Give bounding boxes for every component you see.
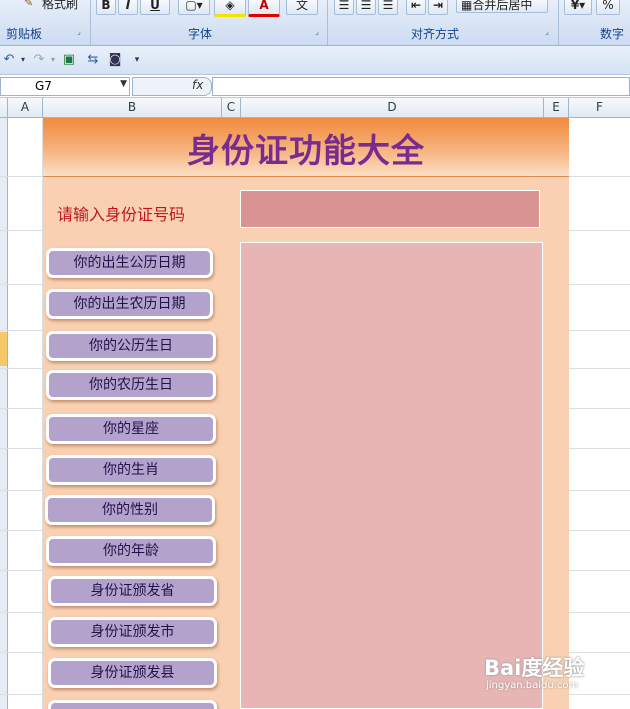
align-left-button[interactable]: ☰ (334, 0, 354, 15)
column-header-d[interactable]: D (241, 98, 544, 117)
border-icon: ▢▾ (185, 0, 203, 12)
gender-button[interactable]: 你的性别 (45, 495, 215, 525)
baidu-watermark: Bai度经验 jingyan.baidu.com (484, 648, 624, 698)
merge-center-button[interactable]: ▦合并后居中 (456, 0, 548, 13)
name-box-value: G7 (35, 79, 52, 93)
fill-color-icon: ◈ (225, 0, 235, 12)
column-header-f[interactable]: F (569, 98, 630, 117)
solar-birthday-button[interactable]: 你的公历生日 (46, 331, 216, 361)
column-header-e[interactable]: E (544, 98, 569, 117)
watermark-logo: Bai度经验 (484, 656, 585, 680)
alignment-group-label: 对齐方式 (410, 27, 459, 41)
name-box[interactable]: G7 ▼ (0, 77, 130, 96)
lunar-birthday-button[interactable]: 你的农历生日 (46, 370, 216, 400)
camera-icon[interactable]: ◙ (106, 51, 124, 69)
font-group-label: 字体 (187, 27, 212, 41)
chinese-zodiac-button[interactable]: 你的生肖 (46, 455, 216, 485)
align-right-icon: ☰ (382, 0, 394, 12)
age-button[interactable]: 你的年龄 (46, 536, 216, 566)
column-headers: A B C D E F (0, 98, 630, 118)
accounting-format-button[interactable]: ¥▾ (564, 0, 592, 15)
id-number-input[interactable] (240, 190, 540, 228)
font-color-button[interactable]: A (248, 0, 280, 17)
currency-icon: ¥▾ (570, 0, 586, 12)
quick-access-toolbar: ↶ ▾ ↷ ▾ ▣ ⇆ ◙ ▾ (0, 46, 630, 75)
formula-input[interactable] (212, 77, 630, 96)
font-dialog-launcher-icon[interactable]: ⌟ (312, 27, 322, 37)
align-left-icon: ☰ (338, 0, 350, 12)
result-output-box (240, 242, 543, 709)
column-header-b[interactable]: B (43, 98, 222, 117)
issuing-province-button[interactable]: 身份证颁发省 (48, 576, 217, 606)
zodiac-sign-button[interactable]: 你的星座 (46, 414, 216, 444)
increase-indent-button[interactable]: ⇥ (428, 0, 448, 15)
id-card-panel: 身份证功能大全 请输入身份证号码 你的出生公历日期 你的出生农历日期 你的公历生… (43, 118, 569, 709)
connection-icon[interactable]: ⇆ (84, 51, 102, 69)
watermark-url: jingyan.baidu.com (486, 680, 579, 691)
row-headers (0, 118, 8, 709)
insert-function-icon[interactable]: fx (192, 78, 203, 92)
id-number-label: 请输入身份证号码 (57, 205, 186, 224)
issuing-county-button[interactable]: 身份证颁发县 (48, 658, 217, 688)
lunar-birth-date-button[interactable]: 你的出生农历日期 (46, 289, 213, 319)
align-center-icon: ☰ (360, 0, 372, 12)
select-all-corner[interactable] (0, 98, 8, 117)
clipboard-group-label: 剪贴板 (5, 27, 42, 41)
column-header-a[interactable]: A (8, 98, 43, 117)
format-painter-icon[interactable]: ✎ (24, 0, 38, 10)
phonetic-button[interactable]: 文 (286, 0, 318, 15)
ribbon-separator (558, 0, 559, 45)
italic-button[interactable]: I (118, 0, 138, 15)
fill-color-button[interactable]: ◈ (214, 0, 246, 17)
underline-button[interactable]: U (140, 0, 170, 15)
align-right-button[interactable]: ☰ (378, 0, 398, 15)
format-painter-button[interactable]: 格式刷 (42, 0, 78, 12)
number-group-label: 数字 (600, 27, 625, 41)
ribbon-separator (90, 0, 91, 45)
page-title: 身份证功能大全 (187, 131, 425, 170)
ribbon: ✎ 格式刷 剪贴板 ⌟ B I U ▢▾ ◈ A 文 字体 ⌟ ☰ ☰ ☰ ⇤ … (0, 0, 630, 46)
merge-center-label: 合并后居中 (472, 0, 533, 12)
decrease-indent-icon: ⇤ (410, 0, 422, 12)
excel-file-icon[interactable]: ▣ (60, 51, 78, 69)
percent-button[interactable]: % (596, 0, 620, 15)
name-box-dropdown-icon[interactable]: ▼ (120, 79, 127, 89)
customize-toolbar-icon[interactable]: ▾ (128, 51, 146, 69)
align-center-button[interactable]: ☰ (356, 0, 376, 15)
solar-birth-date-button[interactable]: 你的出生公历日期 (46, 248, 213, 278)
formula-bar: G7 ▼ fx (0, 75, 630, 98)
issuing-city-button[interactable]: 身份证颁发市 (48, 617, 217, 647)
ribbon-separator (327, 0, 328, 45)
worksheet-grid[interactable]: 身份证功能大全 请输入身份证号码 你的出生公历日期 你的出生农历日期 你的公历生… (0, 118, 630, 709)
column-header-c[interactable]: C (222, 98, 241, 117)
partial-next-button[interactable] (48, 700, 217, 709)
active-row-header (0, 332, 7, 366)
bold-button[interactable]: B (96, 0, 116, 15)
increase-indent-icon: ⇥ (432, 0, 444, 12)
border-button[interactable]: ▢▾ (178, 0, 210, 15)
title-banner: 身份证功能大全 (43, 118, 569, 177)
clipboard-dialog-launcher-icon[interactable]: ⌟ (74, 27, 84, 37)
alignment-dialog-launcher-icon[interactable]: ⌟ (542, 27, 552, 37)
merge-center-icon: ▦ (461, 0, 473, 12)
decrease-indent-button[interactable]: ⇤ (406, 0, 426, 15)
